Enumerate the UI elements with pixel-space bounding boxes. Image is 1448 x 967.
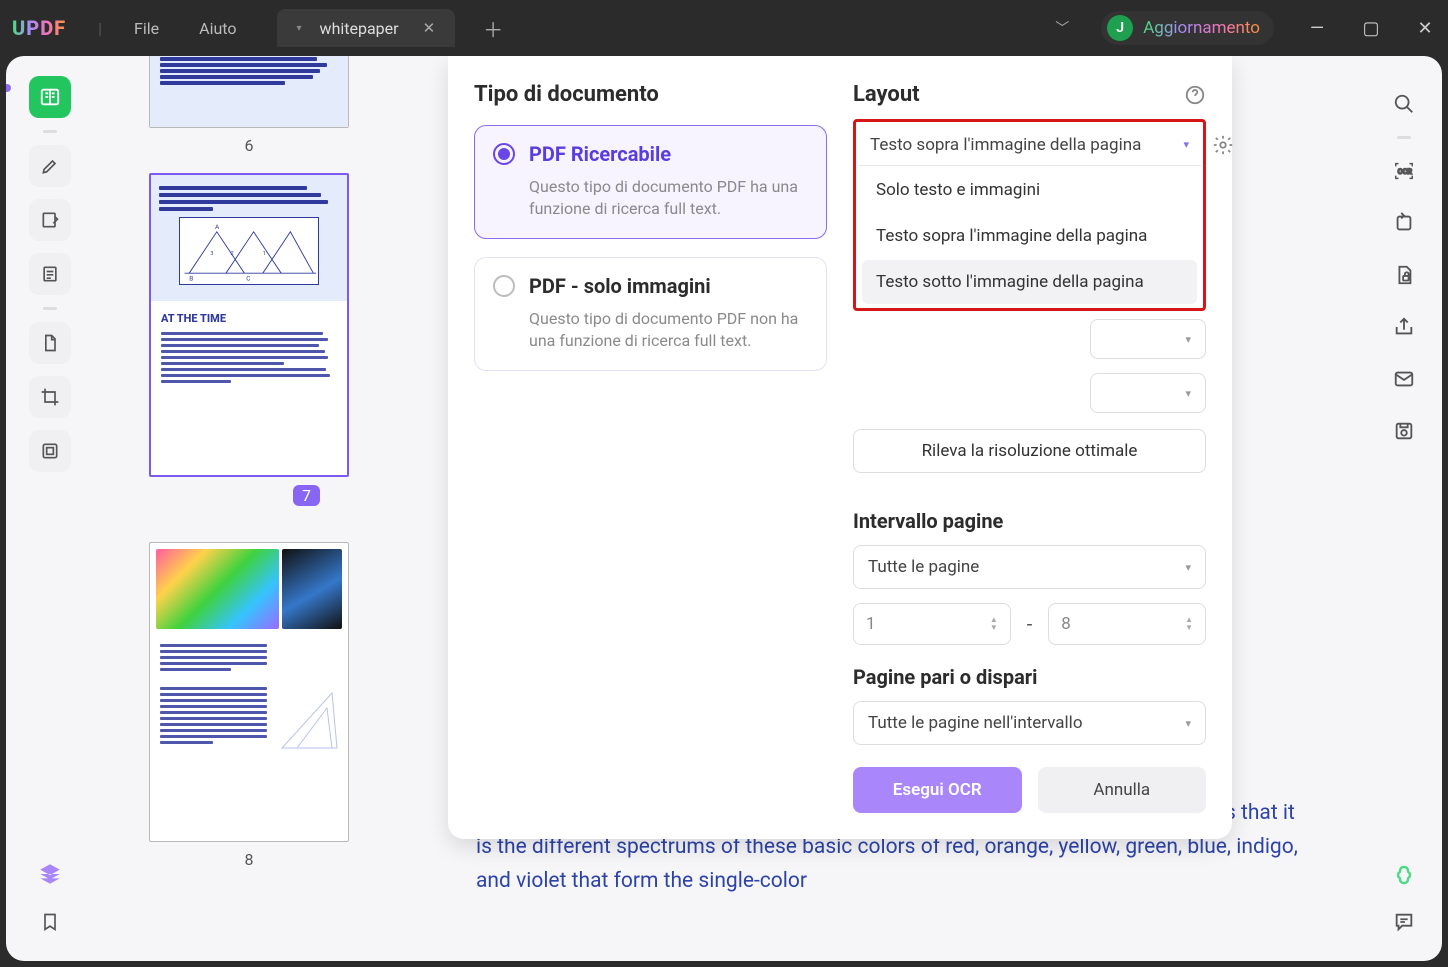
user-label: Aggiornamento (1143, 18, 1260, 38)
menu-file[interactable]: File (134, 19, 159, 38)
hidden-select-1[interactable]: ▾ (1090, 319, 1206, 359)
doctype-option-searchable[interactable]: PDF Ricercabile Questo tipo di documento… (474, 125, 827, 239)
reader-mode-button[interactable] (29, 76, 71, 118)
doctype-title: Tipo di documento (474, 82, 827, 107)
crop-tool-button[interactable] (29, 376, 71, 418)
ocr-icon[interactable]: OCR (1384, 151, 1424, 191)
thumbnail-page-7[interactable]: A 3 2 1 B C AT THE TIME (149, 173, 349, 477)
hidden-select-2[interactable]: ▾ (1090, 373, 1206, 413)
thumbnail-number: 8 (122, 850, 376, 869)
save-icon[interactable] (1384, 411, 1424, 451)
comment-icon[interactable] (1393, 911, 1415, 937)
svg-text:A: A (215, 223, 220, 231)
radio-desc: Questo tipo di documento PDF non ha una … (493, 308, 808, 352)
chevron-down-icon: ▾ (1185, 561, 1191, 574)
thumbnail-panel[interactable]: 6 A 3 2 1 B (98, 56, 398, 961)
layout-dropdown-area: Testo sopra l'immagine della pagina ▾ So… (853, 119, 1206, 311)
chevron-down-icon[interactable]: ﹀ (1055, 18, 1069, 38)
svg-text:1: 1 (263, 251, 266, 257)
svg-text:OCR: OCR (1398, 167, 1413, 176)
mail-icon[interactable] (1384, 359, 1424, 399)
lock-page-icon[interactable] (1384, 255, 1424, 295)
indicator-dot (6, 84, 11, 92)
detect-resolution-button[interactable]: Rileva la risoluzione ottimale (853, 429, 1206, 473)
close-window-icon[interactable]: ✕ (1414, 18, 1436, 39)
ocr-panel: Tipo di documento PDF Ricercabile Questo… (448, 56, 1232, 839)
app-logo: UPDF (12, 16, 66, 40)
radio-icon (493, 275, 515, 297)
workspace: OCR 6 (6, 56, 1442, 961)
chevron-down-icon: ▾ (1183, 138, 1189, 151)
layout-selected-value: Testo sopra l'immagine della pagina (870, 135, 1141, 155)
stepper-icon[interactable]: ▲▼ (990, 616, 998, 632)
layout-option-3[interactable]: Testo sotto l'immagine della pagina (862, 260, 1197, 304)
thumbnail-page-6[interactable] (149, 56, 349, 128)
avatar: J (1107, 15, 1133, 41)
layout-select[interactable]: Testo sopra l'immagine della pagina ▾ (858, 124, 1201, 166)
layout-option-2[interactable]: Testo sopra l'immagine della pagina (862, 214, 1197, 258)
range-to-value: 8 (1061, 614, 1071, 634)
oddeven-select[interactable]: Tutte le pagine nell'intervallo ▾ (853, 701, 1206, 745)
user-chip[interactable]: J Aggiornamento (1101, 11, 1274, 45)
maximize-icon[interactable]: ▢ (1360, 18, 1382, 39)
share-icon[interactable] (1384, 307, 1424, 347)
titlebar: UPDF | File Aiuto ▾ whitepaper ✕ ＋ ﹀ J A… (0, 0, 1448, 56)
range-select-value: Tutte le pagine (868, 557, 979, 577)
new-tab-button[interactable]: ＋ (483, 14, 503, 43)
range-title: Intervallo pagine (853, 509, 1206, 533)
gear-icon[interactable] (1212, 134, 1234, 156)
svg-text:2: 2 (231, 251, 234, 257)
doctype-option-imageonly[interactable]: PDF - solo immagini Questo tipo di docum… (474, 257, 827, 371)
redact-tool-button[interactable] (29, 430, 71, 472)
oddeven-title: Pagine pari o dispari (853, 665, 1206, 689)
layers-button[interactable] (37, 861, 63, 891)
range-select[interactable]: Tutte le pagine ▾ (853, 545, 1206, 589)
svg-text:C: C (246, 275, 250, 283)
range-from-input[interactable]: 1 ▲▼ (853, 603, 1011, 645)
stepper-icon[interactable]: ▲▼ (1185, 616, 1193, 632)
svg-text:3: 3 (210, 251, 213, 257)
thumb-7-title: AT THE TIME (161, 312, 226, 325)
run-ocr-button[interactable]: Esegui OCR (853, 767, 1022, 813)
highlight-tool-button[interactable] (29, 145, 71, 187)
layout-title: Layout (853, 82, 920, 107)
radio-label: PDF - solo immagini (529, 274, 711, 298)
tab-menu-icon[interactable]: ▾ (297, 23, 302, 34)
pages-tool-button[interactable] (29, 253, 71, 295)
help-icon[interactable] (1184, 84, 1206, 106)
right-toolbar: OCR (1374, 64, 1434, 953)
thumbnail-number-selected: 7 (293, 485, 320, 506)
radio-icon (493, 143, 515, 165)
chevron-down-icon: ▾ (1185, 717, 1191, 730)
search-icon[interactable] (1384, 84, 1424, 124)
thumbnail-number: 6 (122, 136, 376, 155)
thumbnail-page-8[interactable] (149, 542, 349, 842)
rotate-icon[interactable] (1384, 203, 1424, 243)
svg-text:B: B (189, 275, 193, 283)
edit-tool-button[interactable] (29, 199, 71, 241)
range-to-input[interactable]: 8 ▲▼ (1048, 603, 1206, 645)
minimize-icon[interactable]: — (1306, 18, 1328, 39)
range-dash: - (1027, 612, 1033, 636)
cancel-button[interactable]: Annulla (1038, 767, 1207, 813)
oddeven-select-value: Tutte le pagine nell'intervallo (868, 713, 1083, 733)
radio-label: PDF Ricercabile (529, 142, 671, 166)
ai-icon[interactable] (1392, 863, 1416, 891)
document-tab[interactable]: ▾ whitepaper ✕ (277, 9, 456, 47)
layout-options-list: Solo testo e immagini Testo sopra l'imma… (858, 168, 1201, 304)
layout-option-1[interactable]: Solo testo e immagini (862, 168, 1197, 212)
bookmark-button[interactable] (40, 911, 60, 937)
form-tool-button[interactable] (29, 322, 71, 364)
menu-help[interactable]: Aiuto (199, 19, 236, 38)
tabbar: ▾ whitepaper ✕ ＋ (277, 9, 504, 47)
range-from-value: 1 (866, 614, 876, 634)
left-toolbar (14, 64, 86, 953)
radio-desc: Questo tipo di documento PDF ha una funz… (493, 176, 808, 220)
tab-title: whitepaper (320, 19, 399, 38)
close-icon[interactable]: ✕ (423, 19, 436, 37)
